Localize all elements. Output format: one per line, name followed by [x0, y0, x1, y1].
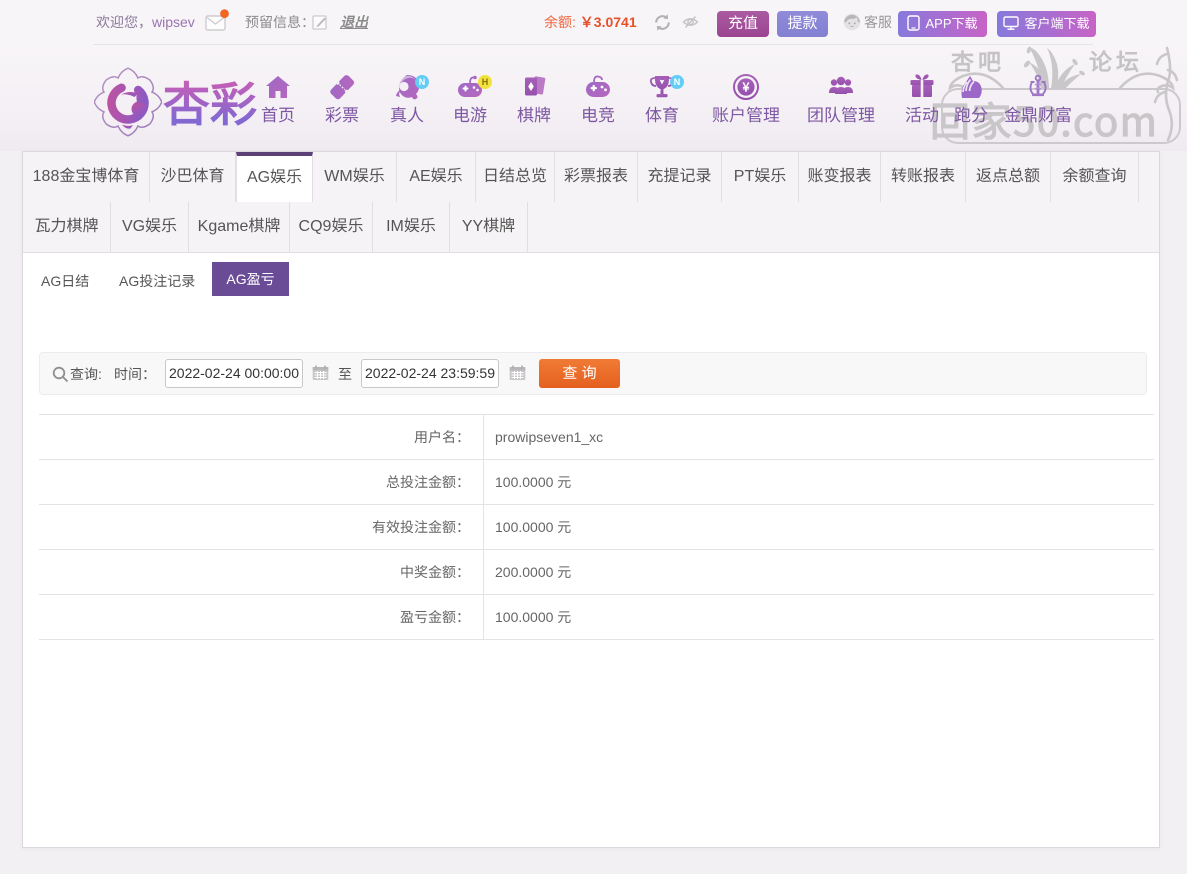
- svg-text:¥: ¥: [742, 77, 751, 96]
- svg-text:杏吧: 杏吧: [951, 43, 1005, 77]
- svg-text:论坛: 论坛: [1089, 43, 1143, 77]
